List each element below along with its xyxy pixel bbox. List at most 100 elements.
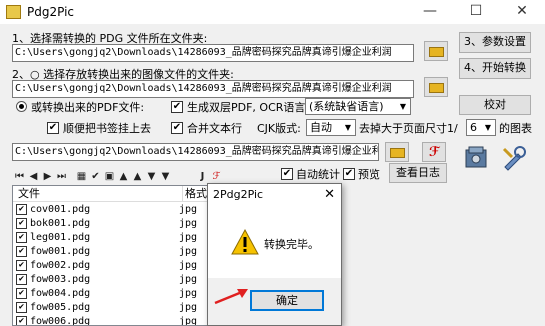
view-log-button[interactable]: 查看日志: [389, 163, 447, 183]
chevron-down-icon: ▼: [399, 102, 407, 111]
ocr-language-select[interactable]: (系统缺省语言) ▼: [305, 98, 411, 115]
table-row[interactable]: ✔ fow003.pdg jpg: [13, 273, 209, 287]
remove-ratio-value: 6: [470, 121, 477, 134]
row-checkbox[interactable]: ✔: [16, 218, 27, 229]
cjk-label: CJK版式:: [257, 122, 301, 135]
maximize-button[interactable]: ☐: [453, 0, 499, 24]
app-icon: [6, 5, 21, 19]
table-row[interactable]: ✔ fow004.pdg jpg: [13, 287, 209, 301]
row-checkbox[interactable]: ✔: [16, 246, 27, 257]
cjk-value: 自动: [310, 121, 332, 134]
remove-ratio-select[interactable]: 6 ▼: [466, 119, 496, 136]
warning-icon: [230, 228, 260, 256]
row-checkbox[interactable]: ✔: [16, 288, 27, 299]
open-pdf-button[interactable]: ℱ: [422, 142, 446, 162]
table-row[interactable]: ✔ fow006.pdg jpg: [13, 315, 209, 326]
file-name: bok001.pdg: [30, 218, 91, 229]
pdf-small-icon[interactable]: ℱ: [211, 171, 222, 183]
folder-icon: [429, 47, 444, 57]
file-format: jpg: [179, 232, 198, 243]
cjk-select[interactable]: 自动 ▼: [306, 119, 356, 136]
box-icon[interactable]: ▣: [104, 171, 115, 183]
remove-charts-suffix: 的图表: [499, 122, 532, 135]
merge-lines-label: 合并文本行: [187, 122, 242, 135]
dialog-close-icon[interactable]: ✕: [324, 187, 335, 202]
ocr-checkbox[interactable]: ✔: [171, 101, 183, 113]
output-folder-field[interactable]: C:\Users\gongjq2\Downloads\14286093_品牌密码…: [12, 80, 414, 98]
file-name: leg001.pdg: [30, 232, 91, 243]
folder-icon: [429, 83, 444, 93]
file-format: jpg: [179, 274, 198, 285]
file-name: fow006.pdg: [30, 316, 91, 326]
move-down-icon[interactable]: ▼: [146, 171, 157, 183]
pdf-folder-button[interactable]: [385, 142, 409, 162]
dialog-title: 2Pdg2Pic: [208, 184, 341, 206]
file-name: fow003.pdg: [30, 274, 91, 285]
bookmark-checkbox[interactable]: ✔: [47, 122, 59, 134]
row-checkbox[interactable]: ✔: [16, 232, 27, 243]
auto-stats-label: 自动统计: [296, 168, 340, 181]
params-button[interactable]: 3、参数设置: [459, 32, 531, 53]
pdf-output-field[interactable]: C:\Users\gongjq2\Downloads\14286093_品牌密码…: [12, 143, 379, 161]
tools-icon[interactable]: [463, 145, 491, 171]
file-format: jpg: [179, 288, 198, 299]
pdf-icon: ℱ: [429, 145, 440, 160]
move-bottom-icon[interactable]: ▼: [160, 171, 171, 183]
chevron-down-icon: ▼: [484, 123, 492, 132]
j-icon[interactable]: J: [197, 171, 208, 183]
file-name: fow001.pdg: [30, 246, 91, 257]
verify-button[interactable]: 校对: [459, 95, 531, 115]
file-format: jpg: [179, 302, 198, 313]
file-name: cov001.pdg: [30, 204, 91, 215]
table-row[interactable]: ✔ fow005.pdg jpg: [13, 301, 209, 315]
start-convert-button[interactable]: 4、开始转换: [459, 58, 531, 79]
wrench-icon[interactable]: [500, 145, 528, 171]
ocr-language-value: (系统缺省语言): [309, 100, 384, 113]
file-list[interactable]: 文件 格式 ✔ cov001.pdg jpg ✔ bok001.pdg jpg ✔ leg00…: [12, 185, 210, 326]
dialog-message: 转换完毕。: [264, 238, 319, 251]
ocr-label: 生成双层PDF, OCR语言:: [187, 101, 310, 114]
row-checkbox[interactable]: ✔: [16, 204, 27, 215]
first-icon[interactable]: ⏮: [14, 171, 25, 183]
minimize-button[interactable]: —: [407, 0, 453, 24]
file-format: jpg: [179, 316, 198, 326]
row-checkbox[interactable]: ✔: [16, 302, 27, 313]
ok-button[interactable]: 确定: [250, 290, 324, 311]
prev-icon[interactable]: ◀: [28, 171, 39, 183]
close-button[interactable]: ✕: [499, 0, 545, 24]
preview-checkbox[interactable]: ✔: [343, 168, 355, 180]
bookmark-label: 顺便把书签挂上去: [63, 122, 151, 135]
move-top-icon[interactable]: ▲: [118, 171, 129, 183]
check-icon[interactable]: ✔: [90, 171, 101, 183]
source-folder-button[interactable]: [424, 41, 448, 61]
table-row[interactable]: ✔ leg001.pdg jpg: [13, 231, 209, 245]
window-title: Pdg2Pic: [27, 5, 75, 19]
output-folder-button[interactable]: [424, 77, 448, 97]
move-up-icon[interactable]: ▲: [132, 171, 143, 183]
chevron-down-icon: ▼: [344, 123, 352, 132]
column-header-file[interactable]: 文件: [13, 186, 183, 202]
file-format: jpg: [179, 260, 198, 271]
row-checkbox[interactable]: ✔: [16, 260, 27, 271]
grid-icon[interactable]: ▦: [76, 171, 87, 183]
auto-stats-checkbox[interactable]: ✔: [281, 168, 293, 180]
row-checkbox[interactable]: ✔: [16, 274, 27, 285]
source-folder-field[interactable]: C:\Users\gongjq2\Downloads\14286093_品牌密码…: [12, 44, 414, 62]
file-format: jpg: [179, 204, 198, 215]
next-icon[interactable]: ▶: [42, 171, 53, 183]
file-name: fow004.pdg: [30, 288, 91, 299]
file-name: fow002.pdg: [30, 260, 91, 271]
table-row[interactable]: ✔ bok001.pdg jpg: [13, 217, 209, 231]
remove-charts-label: 去掉大于页面尺寸1/: [359, 122, 458, 135]
table-row[interactable]: ✔ fow001.pdg jpg: [13, 245, 209, 259]
last-icon[interactable]: ⏭: [56, 171, 67, 183]
file-format: jpg: [179, 246, 198, 257]
merge-lines-checkbox[interactable]: ✔: [171, 122, 183, 134]
file-format: jpg: [179, 218, 198, 229]
column-header-format[interactable]: 格式: [183, 186, 209, 202]
table-row[interactable]: ✔ cov001.pdg jpg: [13, 203, 209, 217]
row-checkbox[interactable]: ✔: [16, 316, 27, 325]
table-row[interactable]: ✔ fow002.pdg jpg: [13, 259, 209, 273]
pdf-output-radio[interactable]: [16, 101, 27, 112]
file-name: fow005.pdg: [30, 302, 91, 313]
